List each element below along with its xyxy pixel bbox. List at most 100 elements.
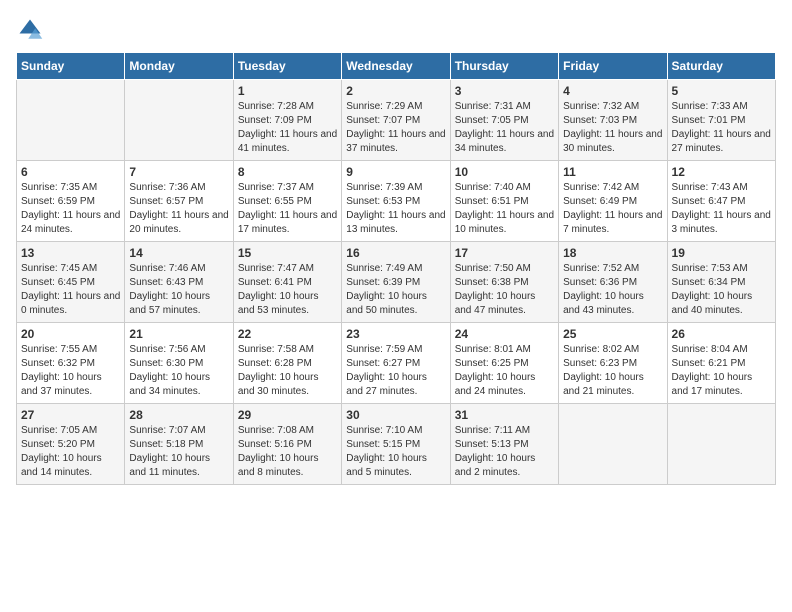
day-info: Sunrise: 7:29 AM Sunset: 7:07 PM Dayligh… <box>346 100 445 156</box>
day-info: Sunrise: 7:58 AM Sunset: 6:28 PM Dayligh… <box>238 343 337 399</box>
calendar-cell: 7 Sunrise: 7:36 AM Sunset: 6:57 PM Daylig… <box>125 161 233 242</box>
day-number: 4 <box>563 84 662 98</box>
calendar-week-row: 6 Sunrise: 7:35 AM Sunset: 6:59 PM Daylig… <box>17 161 776 242</box>
day-info: Sunrise: 7:36 AM Sunset: 6:57 PM Dayligh… <box>129 181 228 237</box>
calendar-week-row: 20Sunrise: 7:55 AM Sunset: 6:32 PM Dayli… <box>17 323 776 404</box>
day-number: 14 <box>129 246 228 260</box>
day-info: Sunrise: 7:55 AM Sunset: 6:32 PM Dayligh… <box>21 343 120 399</box>
calendar-cell <box>17 80 125 161</box>
calendar-week-row: 27 Sunrise: 7:05 AM Sunset: 5:20 PM Dayli… <box>17 404 776 485</box>
day-number: 8 <box>238 165 337 179</box>
day-number: 6 <box>21 165 120 179</box>
day-number: 5 <box>672 84 771 98</box>
day-number: 26 <box>672 327 771 341</box>
calendar-cell: 14 Sunrise: 7:46 AM Sunset: 6:43 PM Dayli… <box>125 242 233 323</box>
calendar-cell: 22Sunrise: 7:58 AM Sunset: 6:28 PM Dayli… <box>233 323 341 404</box>
weekday-header-cell: Tuesday <box>233 53 341 80</box>
calendar-cell: 4 Sunrise: 7:32 AM Sunset: 7:03 PM Daylig… <box>559 80 667 161</box>
calendar-cell: 2 Sunrise: 7:29 AM Sunset: 7:07 PM Daylig… <box>342 80 450 161</box>
logo <box>16 16 46 44</box>
day-number: 12 <box>672 165 771 179</box>
day-info: Sunrise: 7:49 AM Sunset: 6:39 PM Dayligh… <box>346 262 445 318</box>
weekday-header-cell: Wednesday <box>342 53 450 80</box>
day-number: 21 <box>129 327 228 341</box>
weekday-header-cell: Sunday <box>17 53 125 80</box>
calendar-cell: 20Sunrise: 7:55 AM Sunset: 6:32 PM Dayli… <box>17 323 125 404</box>
day-info: Sunrise: 7:11 AM Sunset: 5:13 PM Dayligh… <box>455 424 554 480</box>
day-number: 11 <box>563 165 662 179</box>
calendar-cell: 17Sunrise: 7:50 AM Sunset: 6:38 PM Dayli… <box>450 242 558 323</box>
calendar-cell: 6 Sunrise: 7:35 AM Sunset: 6:59 PM Daylig… <box>17 161 125 242</box>
calendar-cell: 15 Sunrise: 7:47 AM Sunset: 6:41 PM Dayli… <box>233 242 341 323</box>
calendar-cell: 11 Sunrise: 7:42 AM Sunset: 6:49 PM Dayli… <box>559 161 667 242</box>
calendar-cell: 19 Sunrise: 7:53 AM Sunset: 6:34 PM Dayli… <box>667 242 775 323</box>
day-number: 1 <box>238 84 337 98</box>
calendar-cell: 18 Sunrise: 7:52 AM Sunset: 6:36 PM Dayli… <box>559 242 667 323</box>
page-header <box>16 16 776 44</box>
day-number: 23 <box>346 327 445 341</box>
day-info: Sunrise: 7:45 AM Sunset: 6:45 PM Dayligh… <box>21 262 120 318</box>
calendar-body: 1 Sunrise: 7:28 AM Sunset: 7:09 PM Daylig… <box>17 80 776 485</box>
day-info: Sunrise: 7:08 AM Sunset: 5:16 PM Dayligh… <box>238 424 337 480</box>
calendar-cell: 21 Sunrise: 7:56 AM Sunset: 6:30 PM Dayli… <box>125 323 233 404</box>
day-info: Sunrise: 7:07 AM Sunset: 5:18 PM Dayligh… <box>129 424 228 480</box>
day-number: 15 <box>238 246 337 260</box>
day-info: Sunrise: 8:04 AM Sunset: 6:21 PM Dayligh… <box>672 343 771 399</box>
day-info: Sunrise: 8:01 AM Sunset: 6:25 PM Dayligh… <box>455 343 554 399</box>
calendar-cell: 3 Sunrise: 7:31 AM Sunset: 7:05 PM Daylig… <box>450 80 558 161</box>
day-number: 18 <box>563 246 662 260</box>
day-info: Sunrise: 7:28 AM Sunset: 7:09 PM Dayligh… <box>238 100 337 156</box>
calendar-cell <box>125 80 233 161</box>
day-number: 27 <box>21 408 120 422</box>
calendar-cell: 5 Sunrise: 7:33 AM Sunset: 7:01 PM Daylig… <box>667 80 775 161</box>
day-number: 10 <box>455 165 554 179</box>
calendar-week-row: 1 Sunrise: 7:28 AM Sunset: 7:09 PM Daylig… <box>17 80 776 161</box>
day-info: Sunrise: 7:37 AM Sunset: 6:55 PM Dayligh… <box>238 181 337 237</box>
day-number: 29 <box>238 408 337 422</box>
calendar-week-row: 13 Sunrise: 7:45 AM Sunset: 6:45 PM Dayli… <box>17 242 776 323</box>
calendar-table: SundayMondayTuesdayWednesdayThursdayFrid… <box>16 52 776 485</box>
day-info: Sunrise: 7:40 AM Sunset: 6:51 PM Dayligh… <box>455 181 554 237</box>
day-number: 7 <box>129 165 228 179</box>
calendar-cell: 23Sunrise: 7:59 AM Sunset: 6:27 PM Dayli… <box>342 323 450 404</box>
logo-icon <box>16 16 44 44</box>
day-info: Sunrise: 7:39 AM Sunset: 6:53 PM Dayligh… <box>346 181 445 237</box>
calendar-cell: 24 Sunrise: 8:01 AM Sunset: 6:25 PM Dayli… <box>450 323 558 404</box>
day-number: 3 <box>455 84 554 98</box>
day-info: Sunrise: 7:32 AM Sunset: 7:03 PM Dayligh… <box>563 100 662 156</box>
day-number: 16 <box>346 246 445 260</box>
calendar-cell: 27 Sunrise: 7:05 AM Sunset: 5:20 PM Dayli… <box>17 404 125 485</box>
weekday-header-row: SundayMondayTuesdayWednesdayThursdayFrid… <box>17 53 776 80</box>
day-info: Sunrise: 7:53 AM Sunset: 6:34 PM Dayligh… <box>672 262 771 318</box>
day-info: Sunrise: 7:56 AM Sunset: 6:30 PM Dayligh… <box>129 343 228 399</box>
day-info: Sunrise: 7:52 AM Sunset: 6:36 PM Dayligh… <box>563 262 662 318</box>
day-info: Sunrise: 7:35 AM Sunset: 6:59 PM Dayligh… <box>21 181 120 237</box>
weekday-header-cell: Monday <box>125 53 233 80</box>
day-info: Sunrise: 7:42 AM Sunset: 6:49 PM Dayligh… <box>563 181 662 237</box>
day-number: 24 <box>455 327 554 341</box>
day-info: Sunrise: 7:31 AM Sunset: 7:05 PM Dayligh… <box>455 100 554 156</box>
day-number: 19 <box>672 246 771 260</box>
day-info: Sunrise: 8:02 AM Sunset: 6:23 PM Dayligh… <box>563 343 662 399</box>
calendar-cell: 16 Sunrise: 7:49 AM Sunset: 6:39 PM Dayli… <box>342 242 450 323</box>
calendar-cell: 13 Sunrise: 7:45 AM Sunset: 6:45 PM Dayli… <box>17 242 125 323</box>
calendar-cell: 29 Sunrise: 7:08 AM Sunset: 5:16 PM Dayli… <box>233 404 341 485</box>
calendar-cell: 1 Sunrise: 7:28 AM Sunset: 7:09 PM Daylig… <box>233 80 341 161</box>
day-number: 9 <box>346 165 445 179</box>
day-info: Sunrise: 7:46 AM Sunset: 6:43 PM Dayligh… <box>129 262 228 318</box>
calendar-cell: 28 Sunrise: 7:07 AM Sunset: 5:18 PM Dayli… <box>125 404 233 485</box>
day-number: 28 <box>129 408 228 422</box>
day-info: Sunrise: 7:05 AM Sunset: 5:20 PM Dayligh… <box>21 424 120 480</box>
day-number: 13 <box>21 246 120 260</box>
day-info: Sunrise: 7:43 AM Sunset: 6:47 PM Dayligh… <box>672 181 771 237</box>
calendar-cell: 26 Sunrise: 8:04 AM Sunset: 6:21 PM Dayli… <box>667 323 775 404</box>
weekday-header-cell: Thursday <box>450 53 558 80</box>
day-number: 2 <box>346 84 445 98</box>
calendar-cell: 12 Sunrise: 7:43 AM Sunset: 6:47 PM Dayli… <box>667 161 775 242</box>
day-info: Sunrise: 7:47 AM Sunset: 6:41 PM Dayligh… <box>238 262 337 318</box>
weekday-header-cell: Saturday <box>667 53 775 80</box>
day-info: Sunrise: 7:33 AM Sunset: 7:01 PM Dayligh… <box>672 100 771 156</box>
weekday-header-cell: Friday <box>559 53 667 80</box>
day-number: 31 <box>455 408 554 422</box>
calendar-cell: 30Sunrise: 7:10 AM Sunset: 5:15 PM Dayli… <box>342 404 450 485</box>
